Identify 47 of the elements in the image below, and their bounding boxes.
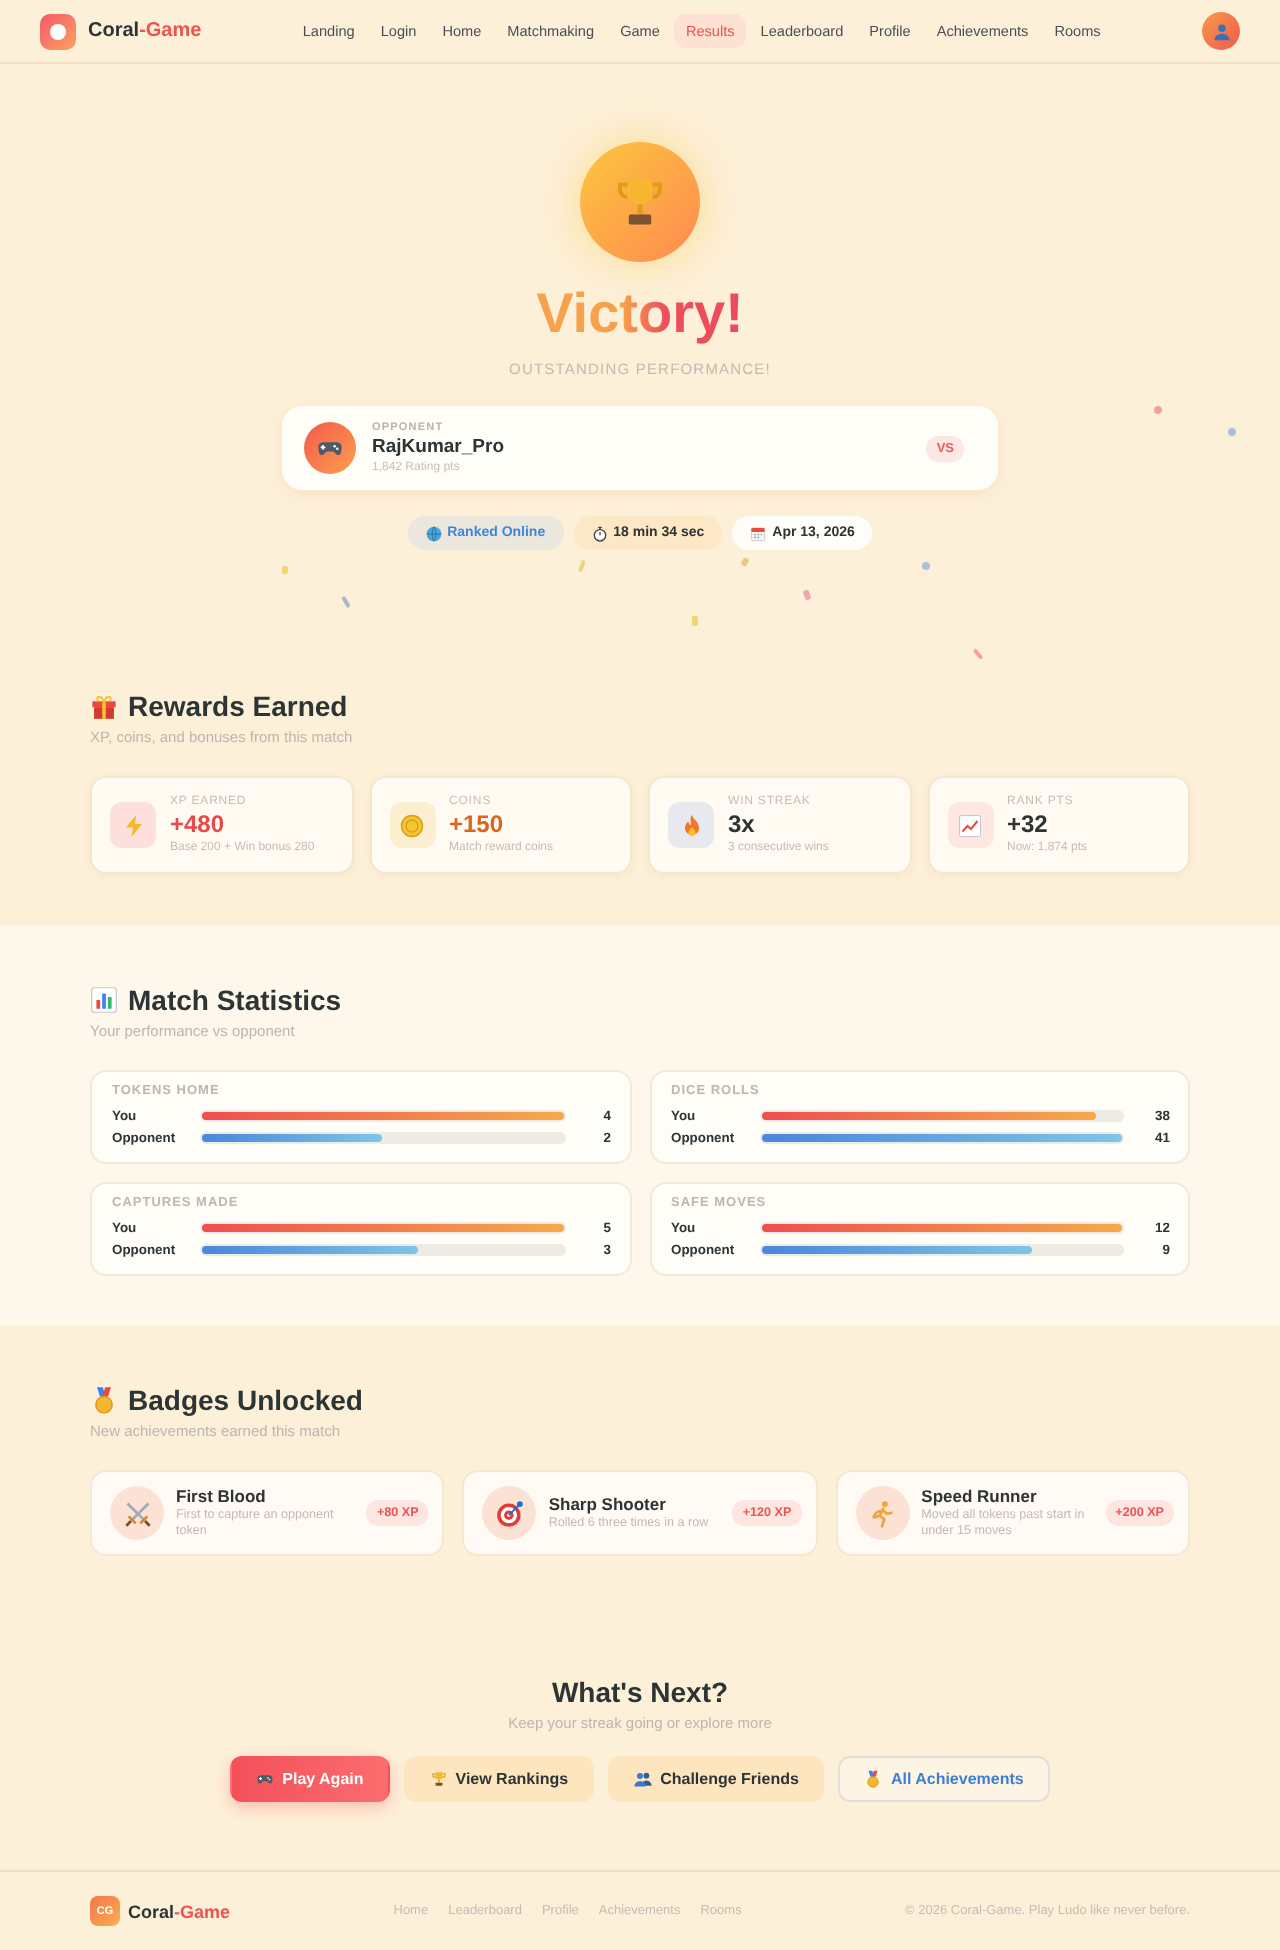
reward-value: +150 bbox=[449, 809, 506, 839]
gift-icon bbox=[90, 692, 118, 720]
calendar-icon bbox=[750, 525, 767, 541]
section-title: Badges Unlocked bbox=[128, 1382, 363, 1418]
user-avatar-icon[interactable] bbox=[1202, 12, 1240, 50]
medal-icon bbox=[864, 1770, 883, 1788]
globe-icon bbox=[425, 525, 442, 541]
badge-title: Sharp Shooter bbox=[548, 1494, 668, 1516]
trend-chart-icon bbox=[947, 802, 993, 848]
confetti-piece bbox=[281, 565, 289, 575]
achievements-button[interactable]: All Achievements bbox=[838, 1756, 1050, 1802]
people-icon bbox=[634, 1770, 653, 1788]
logo-icon[interactable] bbox=[40, 13, 76, 49]
bar-chart-icon bbox=[90, 986, 118, 1014]
gamepad-avatar-icon bbox=[304, 422, 356, 474]
section-title: Rewards Earned bbox=[128, 688, 348, 724]
challenge-button[interactable]: Challenge Friends bbox=[608, 1756, 825, 1802]
confetti-piece bbox=[1154, 406, 1162, 414]
runner-icon bbox=[855, 1486, 910, 1540]
lightning-icon bbox=[110, 802, 156, 848]
confetti-piece bbox=[740, 557, 750, 567]
confetti-piece bbox=[1228, 428, 1236, 436]
coin-icon bbox=[389, 802, 435, 848]
flame-icon bbox=[668, 802, 714, 848]
rankings-button[interactable]: View Rankings bbox=[403, 1756, 595, 1802]
crossed-swords-icon bbox=[110, 1486, 164, 1540]
brand-name[interactable]: Coral-Game bbox=[128, 1901, 231, 1921]
stopwatch-icon bbox=[591, 525, 608, 541]
confetti-piece bbox=[972, 648, 984, 660]
section-title: What's Next? bbox=[549, 1674, 731, 1710]
reward-value: +32 bbox=[1007, 809, 1050, 839]
confetti-piece bbox=[802, 589, 812, 601]
reward-value: 3x bbox=[728, 809, 757, 839]
brand-name[interactable]: Coral-Game bbox=[88, 20, 202, 42]
confetti-piece bbox=[341, 595, 351, 609]
confetti-piece bbox=[922, 562, 930, 570]
gamepad-icon bbox=[256, 1770, 275, 1788]
confetti-piece bbox=[692, 616, 698, 626]
opponent-name: RajKumar_Pro bbox=[372, 435, 506, 459]
confetti-piece bbox=[578, 559, 586, 573]
badge-title: First Blood bbox=[176, 1486, 268, 1508]
badge-title: Speed Runner bbox=[921, 1486, 1039, 1508]
trophy-icon bbox=[429, 1770, 448, 1788]
medal-icon bbox=[90, 1386, 118, 1414]
section-title: Match Statistics bbox=[128, 982, 342, 1018]
target-icon bbox=[482, 1486, 537, 1540]
reward-value: +480 bbox=[170, 809, 227, 839]
